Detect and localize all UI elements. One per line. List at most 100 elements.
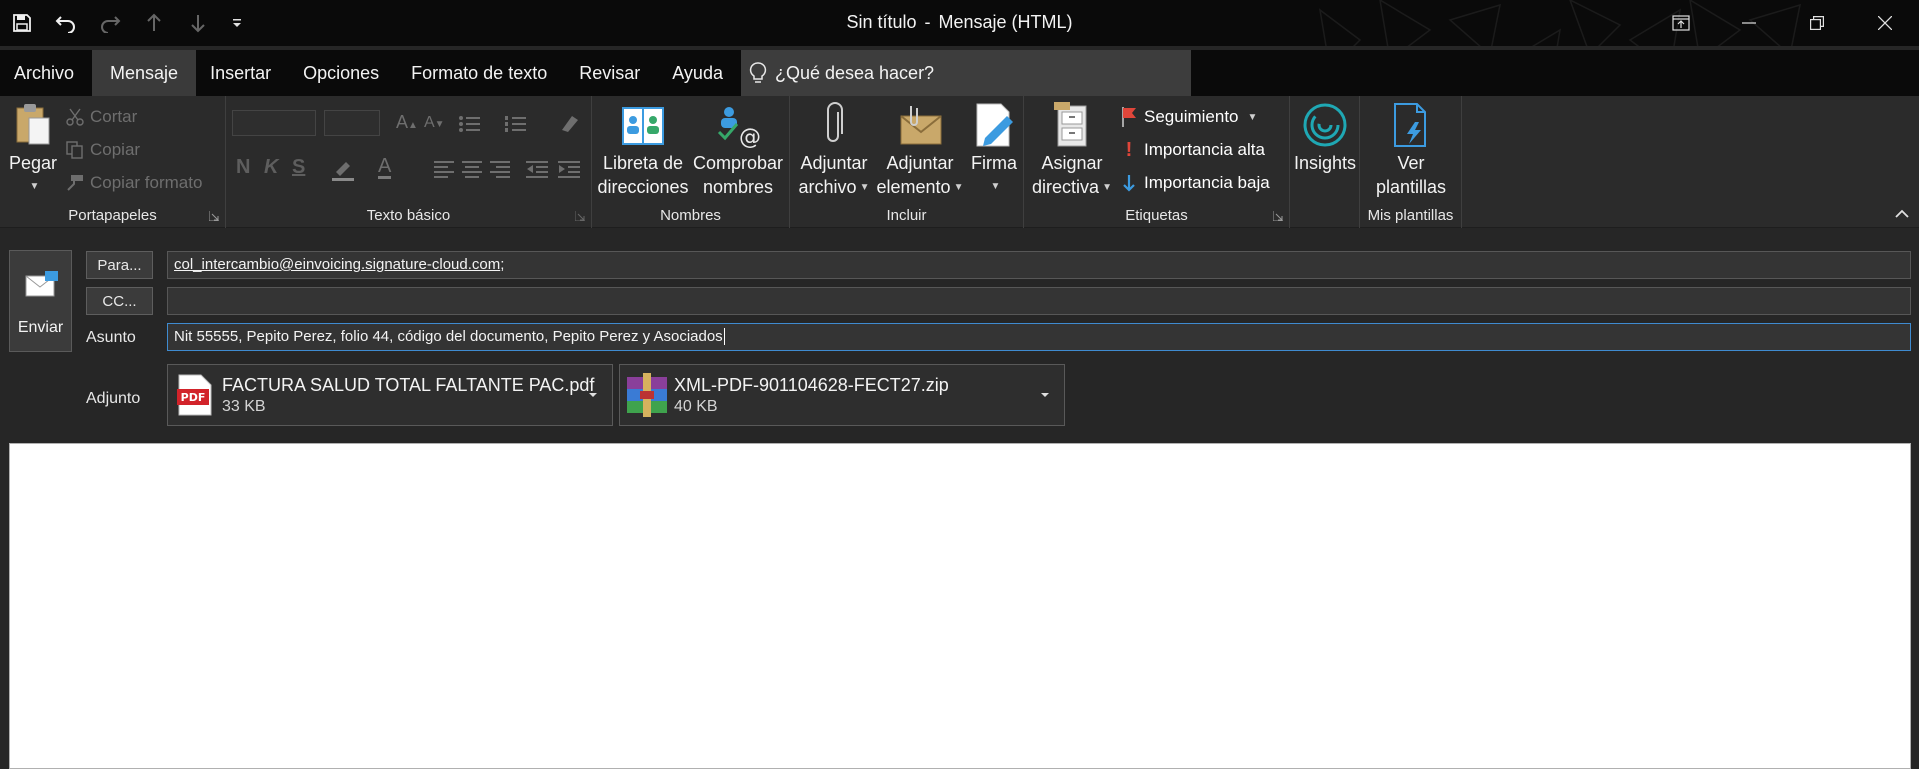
underline-icon[interactable]: S <box>292 156 305 179</box>
attach-item-label-2: elemento <box>876 177 951 197</box>
check-names-icon: @ <box>717 107 761 148</box>
attachment-menu-icon[interactable] <box>588 391 598 399</box>
tab-formato-de-texto[interactable]: Formato de texto <box>397 50 565 96</box>
insights-icon <box>1303 103 1347 147</box>
next-item-button[interactable] <box>176 0 220 46</box>
tell-me-search[interactable]: ¿Qué desea hacer? <box>740 50 1191 96</box>
grow-font-icon[interactable]: A▲ <box>396 112 418 133</box>
font-name-combobox[interactable] <box>232 110 316 136</box>
decrease-indent-icon[interactable] <box>526 160 550 178</box>
font-size-combobox[interactable] <box>324 110 380 136</box>
attach-file-button[interactable]: Adjuntar archivo ▼ <box>794 102 874 200</box>
numbering-icon[interactable] <box>504 114 534 134</box>
restore-icon <box>1810 16 1824 30</box>
tab-ayuda[interactable]: Ayuda <box>658 50 741 96</box>
subject-field[interactable]: Nit 55555, Pepito Perez, folio 44, códig… <box>167 323 1911 351</box>
bold-icon[interactable]: N <box>236 156 250 179</box>
templates-icon <box>1394 103 1426 147</box>
attachment-menu-icon[interactable] <box>1040 391 1050 399</box>
save-button[interactable] <box>0 0 44 46</box>
paperclip-icon <box>827 102 843 142</box>
align-center-icon[interactable] <box>462 160 484 178</box>
address-book-button[interactable]: Libreta de direcciones <box>596 102 690 199</box>
close-button[interactable] <box>1851 0 1919 46</box>
attachment-item[interactable]: XML-PDF-901104628-FECT27.zip 40 KB <box>619 364 1065 426</box>
assign-policy-label-1: Asignar <box>1041 153 1103 173</box>
title-bar: Sin título - Mensaje (HTML) <box>0 0 1919 46</box>
check-names-button[interactable]: @ Comprobar nombres <box>690 102 786 199</box>
highlight-icon[interactable] <box>330 158 356 182</box>
dialog-launcher-icon[interactable] <box>209 211 219 221</box>
chevron-down-icon: ▼ <box>990 181 1001 192</box>
cut-button[interactable]: Cortar <box>66 102 137 132</box>
paste-button[interactable]: Pegar ▼ <box>8 102 58 199</box>
file-cabinet-icon <box>1054 102 1087 147</box>
follow-up-button[interactable]: Seguimiento ▼ <box>1120 102 1257 132</box>
tab-archivo[interactable]: Archivo <box>0 50 92 96</box>
group-clipboard: Pegar ▼ Cortar Copiar Copiar formato Por… <box>0 96 226 228</box>
tab-revisar[interactable]: Revisar <box>565 50 658 96</box>
group-basic-text: A▲ A▼ N K S A Texto básico <box>226 96 592 228</box>
attachments-label: Adjunto <box>86 390 141 407</box>
redo-button[interactable] <box>88 0 132 46</box>
dialog-launcher-icon[interactable] <box>1273 211 1283 221</box>
send-envelope-icon <box>25 271 58 297</box>
tell-me-placeholder: ¿Qué desea hacer? <box>774 62 935 83</box>
format-painter-label: Copiar formato <box>90 173 203 192</box>
pdf-file-icon: PDF <box>177 374 212 416</box>
previous-item-button[interactable] <box>132 0 176 46</box>
document-title: Sin título <box>846 12 917 32</box>
dialog-launcher-icon[interactable] <box>575 211 585 221</box>
format-painter-button[interactable]: Copiar formato <box>66 168 202 198</box>
copy-button[interactable]: Copiar <box>66 135 140 165</box>
ribbon-display-options-button[interactable] <box>1647 0 1715 46</box>
chevron-down-icon: ▼ <box>953 182 964 194</box>
close-icon <box>1878 16 1892 30</box>
customize-qat-icon <box>233 19 241 27</box>
group-include: Adjuntar archivo ▼ Adjuntar elemento ▼ Fir… <box>790 96 1024 228</box>
tab-insertar[interactable]: Insertar <box>196 50 289 96</box>
ribbon-tabs: Archivo Mensaje Insertar Opciones Format… <box>0 50 1919 96</box>
high-importance-button[interactable]: ! Importancia alta <box>1120 135 1265 165</box>
lightbulb-icon <box>749 62 767 83</box>
increase-indent-icon[interactable] <box>558 160 582 178</box>
svg-text:@: @ <box>739 125 761 148</box>
group-insights: Insights <box>1290 96 1360 228</box>
collapse-ribbon-icon[interactable] <box>1895 209 1909 219</box>
follow-up-label: Seguimiento <box>1144 107 1239 126</box>
shrink-font-icon[interactable]: A▼ <box>424 114 445 132</box>
minimize-button[interactable] <box>1715 0 1783 46</box>
customize-qat-button[interactable] <box>220 0 254 46</box>
align-left-icon[interactable] <box>434 160 456 178</box>
message-body-editor[interactable] <box>9 443 1911 769</box>
bullets-icon[interactable] <box>458 114 488 134</box>
assign-policy-button[interactable]: Asignar directiva ▼ <box>1028 102 1116 200</box>
cc-field[interactable] <box>167 287 1911 315</box>
tab-opciones[interactable]: Opciones <box>289 50 397 96</box>
cc-button[interactable]: CC... <box>86 287 153 315</box>
undo-button[interactable] <box>44 0 88 46</box>
insights-button[interactable]: Insights <box>1292 102 1358 175</box>
down-arrow-icon <box>191 15 205 33</box>
format-painter-icon <box>67 175 83 191</box>
to-recipient[interactable]: col_intercambio@einvoicing.signature-clo… <box>174 256 500 273</box>
italic-icon[interactable]: K <box>264 156 278 179</box>
window-subtitle: Mensaje (HTML) <box>938 12 1073 32</box>
redo-icon <box>101 16 121 33</box>
low-importance-button[interactable]: Importancia baja <box>1120 168 1270 198</box>
attachment-item[interactable]: PDF FACTURA SALUD TOTAL FALTANTE PAC.pdf… <box>167 364 613 426</box>
clear-formatting-icon[interactable] <box>558 112 580 134</box>
font-color-icon[interactable]: A <box>378 156 392 179</box>
group-tags: Asignar directiva ▼ Seguimiento ▼ ! Impor… <box>1024 96 1290 228</box>
restore-button[interactable] <box>1783 0 1851 46</box>
to-separator: ; <box>500 256 505 273</box>
to-field[interactable]: col_intercambio@einvoicing.signature-clo… <box>167 251 1911 279</box>
to-button[interactable]: Para... <box>86 251 153 279</box>
attach-item-button[interactable]: Adjuntar elemento ▼ <box>874 102 966 200</box>
align-right-icon[interactable] <box>490 160 512 178</box>
signature-button[interactable]: Firma ▼ <box>966 102 1022 199</box>
send-button[interactable]: Enviar <box>9 250 72 352</box>
minimize-icon <box>1742 22 1756 24</box>
view-templates-button[interactable]: Ver plantillas <box>1364 102 1458 199</box>
tab-mensaje[interactable]: Mensaje <box>92 50 197 96</box>
